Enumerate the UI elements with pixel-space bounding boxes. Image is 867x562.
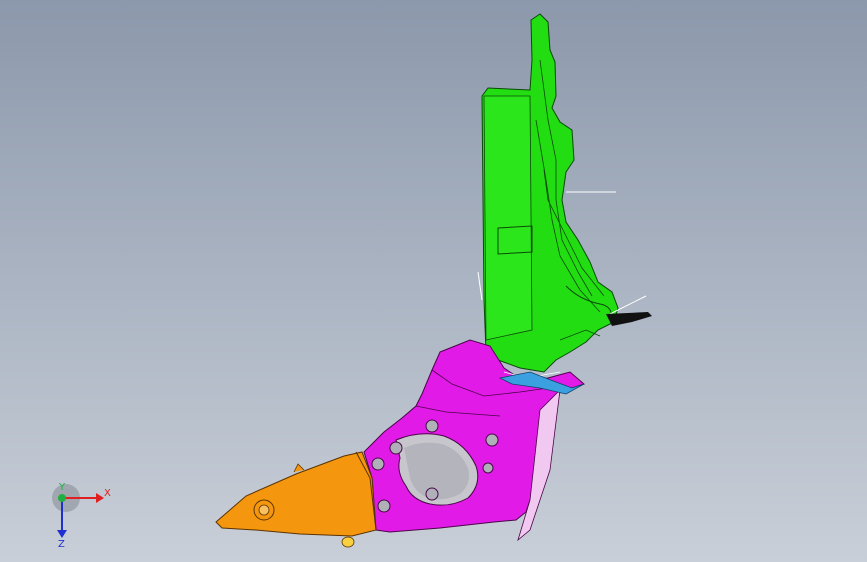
front-bracket[interactable] [215, 451, 377, 548]
middle-bracket[interactable] [363, 339, 585, 542]
x-axis-label: X [104, 488, 111, 499]
z-axis-label: Z [58, 539, 65, 548]
orientation-triad: X Y Z [38, 478, 128, 550]
y-axis-dot [58, 494, 66, 502]
y-axis-label: Y [58, 482, 66, 493]
graphics-viewport[interactable]: X Y Z [0, 0, 867, 562]
cad-model[interactable] [0, 0, 867, 562]
upper-bracket[interactable] [477, 13, 652, 373]
